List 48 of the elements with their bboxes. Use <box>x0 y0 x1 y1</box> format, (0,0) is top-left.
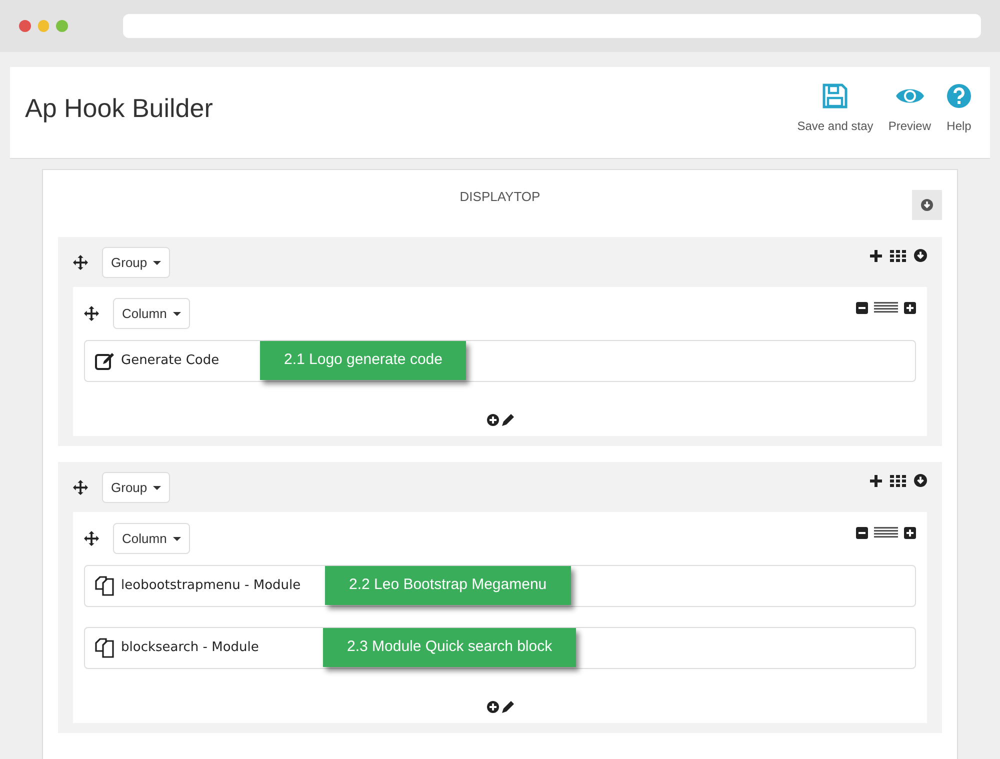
move-icon[interactable] <box>73 255 88 270</box>
minus-square-icon[interactable] <box>856 302 868 314</box>
module-label: blocksearch - Module <box>121 639 259 658</box>
module-row[interactable]: blocksearch - Module 2.3 Module Quick search block <box>84 627 916 669</box>
grid-icon[interactable] <box>890 474 906 486</box>
plus-circle-icon[interactable] <box>486 701 498 713</box>
lines-icon[interactable] <box>874 527 898 538</box>
toolbar-button[interactable]: Preview <box>888 83 931 135</box>
minus-square-icon[interactable] <box>856 526 868 538</box>
collapse-button[interactable] <box>912 190 942 220</box>
annotation-callout: 2.1 Logo generate code <box>260 341 466 380</box>
module-row[interactable]: leobootstrapmenu - Module 2.2 Leo Bootstrap Megamenu <box>84 565 916 607</box>
caret-icon <box>153 486 162 490</box>
caret-icon <box>172 312 181 316</box>
grid-icon[interactable] <box>890 250 906 262</box>
group-dropdown[interactable]: Group <box>102 247 170 278</box>
module-row[interactable]: Generate Code 2.1 Logo generate code <box>84 340 916 382</box>
column-dropdown[interactable]: Column <box>113 523 190 554</box>
caret-icon <box>172 536 181 540</box>
group-dropdown[interactable]: Group <box>102 472 170 503</box>
plus-square-icon[interactable] <box>904 302 916 314</box>
move-icon[interactable] <box>84 306 99 321</box>
move-icon[interactable] <box>73 480 88 495</box>
arrow-down-circle-icon <box>921 199 933 211</box>
move-icon[interactable] <box>84 531 99 546</box>
pencil-icon[interactable] <box>502 414 514 426</box>
copy-icon <box>95 576 115 596</box>
help-icon <box>946 83 972 109</box>
plus-circle-icon[interactable] <box>486 414 498 426</box>
page-title: Ap Hook Builder <box>25 92 213 125</box>
column-dropdown[interactable]: Column <box>113 298 190 329</box>
copy-icon <box>95 638 115 658</box>
edit-icon <box>95 352 115 370</box>
module-label: leobootstrapmenu - Module <box>121 577 301 596</box>
plus-square-icon[interactable] <box>904 526 916 538</box>
module-label: Generate Code <box>121 352 220 370</box>
arrow-down-circle-icon[interactable] <box>914 249 927 262</box>
annotation-callout: 2.3 Module Quick search block <box>323 628 576 667</box>
lines-icon[interactable] <box>874 302 898 313</box>
toolbar-button[interactable]: Help <box>946 83 972 135</box>
pencil-icon[interactable] <box>502 701 514 713</box>
hook-title: DISPLAYTOP <box>460 188 540 206</box>
plus-icon[interactable] <box>870 250 882 262</box>
plus-icon[interactable] <box>870 474 882 486</box>
annotation-callout: 2.2 Leo Bootstrap Megamenu <box>325 566 571 605</box>
caret-icon <box>153 260 162 264</box>
toolbar-button[interactable]: Save and stay <box>797 83 874 135</box>
arrow-down-circle-icon[interactable] <box>914 474 927 487</box>
